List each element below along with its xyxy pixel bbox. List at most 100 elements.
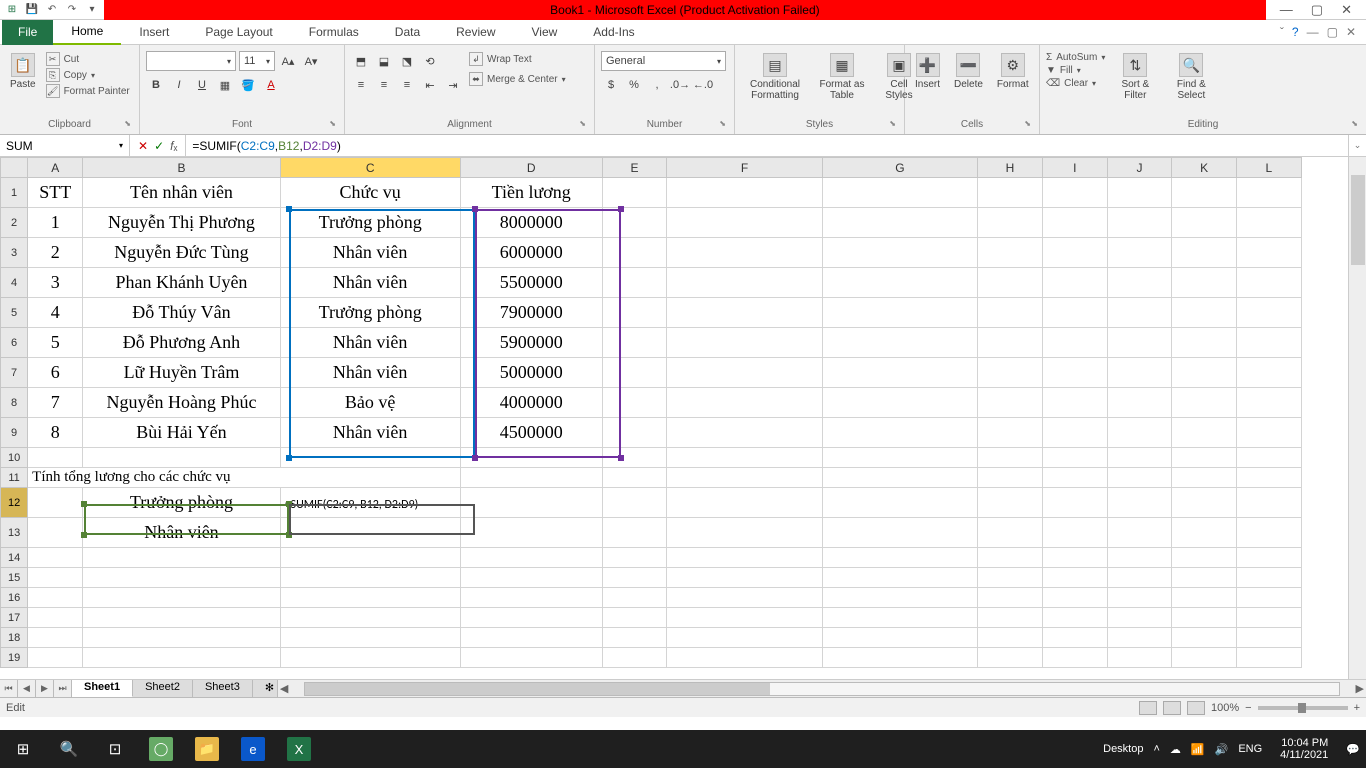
taskbar-notifications-icon[interactable]: 💬 bbox=[1346, 743, 1360, 756]
tab-nav-prev-icon[interactable]: ◀ bbox=[18, 680, 36, 697]
minimize-button[interactable]: — bbox=[1280, 2, 1293, 18]
align-right-button[interactable]: ≡ bbox=[397, 75, 417, 95]
sheet-tab[interactable]: Sheet3 bbox=[193, 680, 253, 697]
help-icon[interactable]: ? bbox=[1292, 25, 1299, 39]
tab-nav-next-icon[interactable]: ▶ bbox=[36, 680, 54, 697]
shrink-font-button[interactable]: A▾ bbox=[301, 51, 321, 71]
find-select-button[interactable]: 🔍Find & Select bbox=[1165, 51, 1217, 103]
delete-cells-button[interactable]: ➖Delete bbox=[950, 51, 987, 92]
format-as-table-button[interactable]: ▦Format as Table bbox=[815, 51, 869, 103]
view-pagelayout-button[interactable] bbox=[1163, 701, 1181, 715]
tab-page-layout[interactable]: Page Layout bbox=[187, 20, 290, 45]
cut-button[interactable]: ✂Cut bbox=[46, 51, 130, 67]
task-view-icon[interactable]: ⊡ bbox=[92, 730, 138, 768]
horizontal-scrollbar[interactable]: ◀ ▶ bbox=[278, 680, 1366, 697]
undo-icon[interactable]: ↶ bbox=[44, 2, 60, 18]
tab-file[interactable]: File bbox=[2, 20, 53, 45]
fill-button[interactable]: ▼ Fill ▾ bbox=[1046, 64, 1105, 77]
tab-addins[interactable]: Add-Ins bbox=[575, 20, 652, 45]
col-header[interactable]: B bbox=[83, 158, 280, 178]
underline-button[interactable]: U bbox=[192, 75, 212, 95]
cell[interactable]: STT bbox=[28, 178, 83, 208]
tab-insert[interactable]: Insert bbox=[121, 20, 187, 45]
percent-button[interactable]: % bbox=[624, 75, 644, 95]
sheet-tab[interactable]: Sheet2 bbox=[133, 680, 193, 697]
formula-input[interactable]: =SUMIF(C2:C9, B12, D2:D9) bbox=[186, 135, 1348, 156]
search-icon[interactable]: 🔍 bbox=[46, 730, 92, 768]
fill-color-button[interactable]: 🪣 bbox=[238, 75, 258, 95]
font-color-button[interactable]: A bbox=[261, 75, 281, 95]
zoom-in-icon[interactable]: + bbox=[1354, 702, 1360, 714]
merge-center-button[interactable]: ⬌Merge & Center ▾ bbox=[469, 71, 566, 87]
sheet-tab[interactable]: Sheet1 bbox=[72, 680, 133, 697]
col-header[interactable]: I bbox=[1042, 158, 1107, 178]
ribbon-window-close-icon[interactable]: ✕ bbox=[1346, 25, 1356, 39]
col-header[interactable]: H bbox=[978, 158, 1043, 178]
start-button[interactable]: ⊞ bbox=[0, 730, 46, 768]
ribbon-window-restore-icon[interactable]: ▢ bbox=[1327, 25, 1338, 39]
conditional-formatting-button[interactable]: ▤Conditional Formatting bbox=[741, 51, 809, 103]
tab-review[interactable]: Review bbox=[438, 20, 513, 45]
grow-font-button[interactable]: A▴ bbox=[278, 51, 298, 71]
enter-formula-icon[interactable]: ✓ bbox=[154, 139, 164, 153]
tab-home[interactable]: Home bbox=[53, 20, 121, 45]
align-middle-button[interactable]: ⬓ bbox=[374, 51, 394, 71]
maximize-button[interactable]: ▢ bbox=[1311, 2, 1323, 18]
expand-formula-bar-icon[interactable]: ⌄ bbox=[1348, 135, 1366, 156]
taskbar-app-cortana[interactable]: ◯ bbox=[138, 730, 184, 768]
name-box[interactable]: SUM ▾ bbox=[0, 135, 130, 156]
format-cells-button[interactable]: ⚙Format bbox=[993, 51, 1033, 92]
col-header[interactable]: J bbox=[1107, 158, 1172, 178]
align-bottom-button[interactable]: ⬔ bbox=[397, 51, 417, 71]
zoom-slider[interactable] bbox=[1258, 706, 1348, 710]
close-button[interactable]: ✕ bbox=[1341, 2, 1352, 18]
border-button[interactable]: ▦ bbox=[215, 75, 235, 95]
new-sheet-button[interactable]: ✻ bbox=[253, 680, 278, 697]
taskbar-app-excel[interactable]: X bbox=[276, 730, 322, 768]
cell[interactable]: Chức vụ bbox=[280, 178, 460, 208]
number-format-select[interactable]: General▾ bbox=[601, 51, 726, 71]
ribbon-minimize-icon[interactable]: ˇ bbox=[1280, 25, 1284, 39]
format-painter-button[interactable]: 🖌Format Painter bbox=[46, 83, 130, 99]
col-header[interactable]: L bbox=[1237, 158, 1302, 178]
fx-icon[interactable]: fₓ bbox=[170, 139, 177, 153]
autosum-button[interactable]: Σ AutoSum ▾ bbox=[1046, 51, 1105, 64]
increase-decimal-button[interactable]: .0→ bbox=[670, 75, 690, 95]
vscroll-thumb[interactable] bbox=[1351, 175, 1365, 265]
qat-dropdown-icon[interactable]: ▾ bbox=[84, 2, 100, 18]
align-left-button[interactable]: ≡ bbox=[351, 75, 371, 95]
ribbon-window-min-icon[interactable]: — bbox=[1307, 25, 1319, 39]
cell[interactable]: Tiền lương bbox=[460, 178, 602, 208]
col-header[interactable]: K bbox=[1172, 158, 1237, 178]
bold-button[interactable]: B bbox=[146, 75, 166, 95]
hscroll-thumb[interactable] bbox=[305, 683, 770, 695]
decrease-indent-button[interactable]: ⇤ bbox=[420, 75, 440, 95]
tab-formulas[interactable]: Formulas bbox=[291, 20, 377, 45]
copy-button[interactable]: ⎘Copy ▾ bbox=[46, 67, 130, 83]
taskbar-sound-icon[interactable]: 🔊 bbox=[1215, 743, 1229, 756]
font-name-select[interactable]: ▾ bbox=[146, 51, 236, 71]
view-normal-button[interactable] bbox=[1139, 701, 1157, 715]
cell[interactable]: Tính tổng lương cho các chức vụ bbox=[28, 468, 461, 488]
view-pagebreak-button[interactable] bbox=[1187, 701, 1205, 715]
comma-button[interactable]: , bbox=[647, 75, 667, 95]
increase-indent-button[interactable]: ⇥ bbox=[443, 75, 463, 95]
zoom-out-icon[interactable]: − bbox=[1245, 702, 1251, 714]
taskbar-network-icon[interactable]: 📶 bbox=[1191, 743, 1205, 756]
taskbar-clock[interactable]: 10:04 PM 4/11/2021 bbox=[1272, 737, 1336, 761]
sort-filter-button[interactable]: ⇅Sort & Filter bbox=[1111, 51, 1159, 103]
tab-nav-first-icon[interactable]: ⏮ bbox=[0, 680, 18, 697]
save-icon[interactable]: 💾 bbox=[24, 2, 40, 18]
taskbar-desktop-label[interactable]: Desktop bbox=[1103, 743, 1143, 755]
orientation-button[interactable]: ⟲ bbox=[420, 51, 440, 71]
wrap-text-button[interactable]: ↲Wrap Text bbox=[469, 51, 566, 67]
col-header-active[interactable]: C bbox=[280, 158, 460, 178]
italic-button[interactable]: I bbox=[169, 75, 189, 95]
align-center-button[interactable]: ≡ bbox=[374, 75, 394, 95]
taskbar-lang[interactable]: ENG bbox=[1238, 743, 1262, 755]
tab-view[interactable]: View bbox=[514, 20, 576, 45]
name-box-dropdown-icon[interactable]: ▾ bbox=[119, 141, 123, 150]
tab-data[interactable]: Data bbox=[377, 20, 438, 45]
select-all-corner[interactable] bbox=[1, 158, 28, 178]
vertical-scrollbar[interactable] bbox=[1348, 157, 1366, 679]
